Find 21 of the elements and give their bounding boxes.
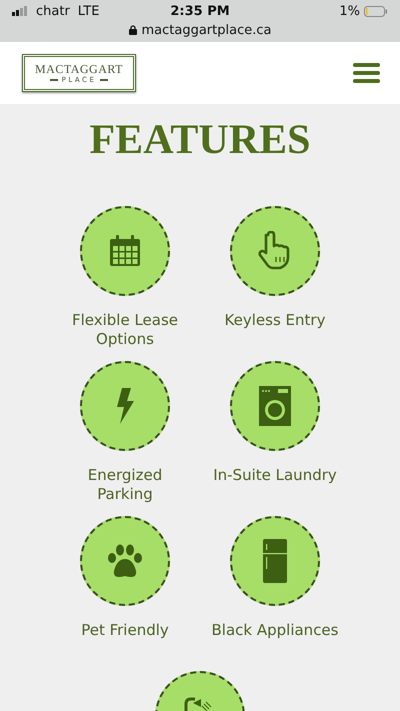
feature-label: Flexible Lease Options [70, 311, 180, 349]
lightning-bolt-icon [115, 388, 135, 424]
refrigerator-icon [263, 539, 287, 583]
feature-label: Energized Parking [86, 466, 164, 504]
feature-label: Black Appliances [212, 621, 338, 640]
feature-label: Pet Friendly [81, 621, 169, 640]
calendar-icon [108, 234, 142, 268]
clock-time: 2:35 PM [170, 4, 230, 18]
washing-machine-icon [259, 386, 291, 426]
menu-button[interactable] [353, 63, 380, 83]
lock-icon [128, 25, 136, 35]
url-text[interactable]: mactaggartplace.ca [142, 22, 272, 38]
page-title: FEATURES [88, 116, 312, 164]
network-type: LTE [78, 4, 100, 18]
battery-percent: 1% [339, 4, 360, 18]
signal-icon [12, 6, 28, 16]
battery-icon [364, 6, 388, 16]
feature-label: In-Suite Laundry [213, 466, 337, 485]
feature-label: Keyless Entry [224, 311, 326, 330]
paw-print-icon [107, 544, 143, 578]
carrier-name: chatr [36, 4, 70, 18]
